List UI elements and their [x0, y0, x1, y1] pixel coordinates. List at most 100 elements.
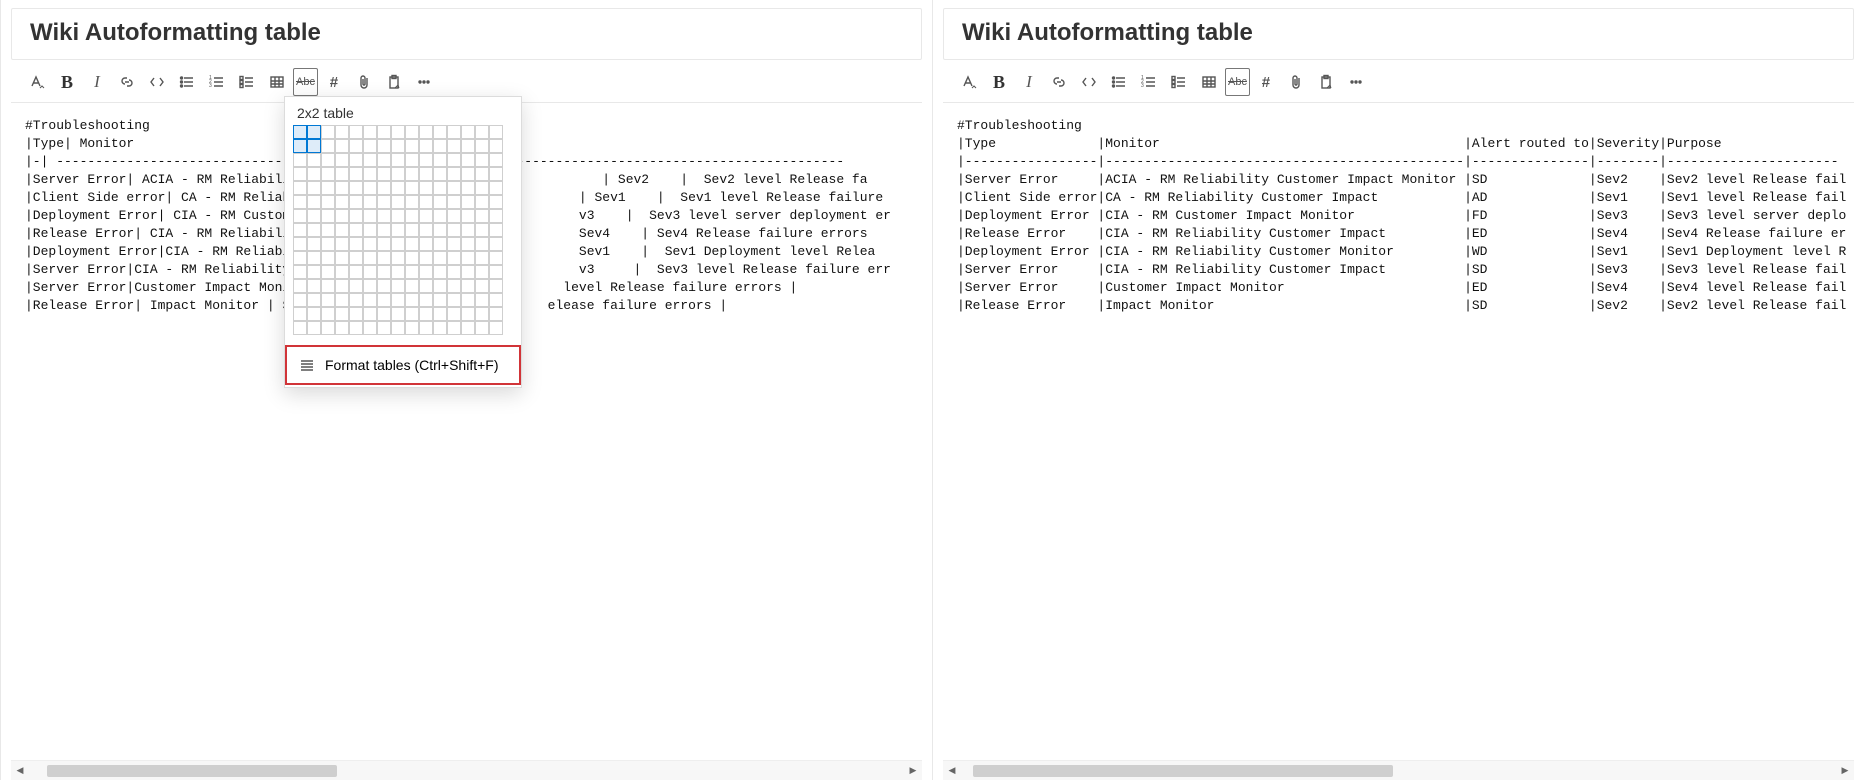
table-picker-cell[interactable] — [335, 265, 349, 279]
table-picker-cell[interactable] — [419, 265, 433, 279]
table-picker-cell[interactable] — [391, 251, 405, 265]
table-picker-cell[interactable] — [489, 251, 503, 265]
table-picker-cell[interactable] — [433, 307, 447, 321]
table-picker-cell[interactable] — [321, 321, 335, 335]
table-picker-cell[interactable] — [293, 237, 307, 251]
table-picker-cell[interactable] — [419, 237, 433, 251]
bold-button[interactable]: B — [985, 68, 1013, 96]
scroll-thumb[interactable] — [47, 765, 337, 777]
table-picker-cell[interactable] — [307, 321, 321, 335]
table-picker-cell[interactable] — [307, 139, 321, 153]
table-picker-cell[interactable] — [461, 279, 475, 293]
table-picker-cell[interactable] — [349, 181, 363, 195]
table-picker-cell[interactable] — [293, 167, 307, 181]
table-picker-cell[interactable] — [489, 167, 503, 181]
table-picker-cell[interactable] — [475, 139, 489, 153]
table-picker-cell[interactable] — [335, 223, 349, 237]
table-picker-cell[interactable] — [363, 125, 377, 139]
table-picker-cell[interactable] — [419, 209, 433, 223]
table-picker-cell[interactable] — [475, 167, 489, 181]
table-picker-cell[interactable] — [433, 125, 447, 139]
table-picker-cell[interactable] — [447, 139, 461, 153]
table-picker-cell[interactable] — [363, 265, 377, 279]
table-picker-cell[interactable] — [293, 209, 307, 223]
table-picker-cell[interactable] — [377, 279, 391, 293]
table-button[interactable] — [1195, 68, 1223, 96]
table-picker-cell[interactable] — [363, 209, 377, 223]
table-picker-cell[interactable] — [433, 223, 447, 237]
table-picker-cell[interactable] — [363, 223, 377, 237]
table-picker-cell[interactable] — [461, 139, 475, 153]
table-picker-cell[interactable] — [433, 153, 447, 167]
numbered-list-button[interactable]: 123 — [203, 68, 231, 96]
table-picker-cell[interactable] — [419, 195, 433, 209]
table-picker-cell[interactable] — [377, 321, 391, 335]
table-picker-cell[interactable] — [475, 125, 489, 139]
table-picker-cell[interactable] — [363, 153, 377, 167]
more-button[interactable] — [410, 68, 438, 96]
table-picker-cell[interactable] — [447, 153, 461, 167]
header-button[interactable]: # — [320, 68, 348, 96]
table-picker-cell[interactable] — [433, 293, 447, 307]
table-picker-cell[interactable] — [489, 181, 503, 195]
more-button[interactable] — [1342, 68, 1370, 96]
table-picker-cell[interactable] — [489, 153, 503, 167]
table-picker-cell[interactable] — [461, 293, 475, 307]
table-picker-cell[interactable] — [405, 181, 419, 195]
table-picker-cell[interactable] — [363, 167, 377, 181]
table-picker-cell[interactable] — [335, 307, 349, 321]
table-picker-cell[interactable] — [405, 223, 419, 237]
table-picker-cell[interactable] — [489, 209, 503, 223]
table-picker-cell[interactable] — [307, 125, 321, 139]
table-picker-cell[interactable] — [419, 125, 433, 139]
table-picker-cell[interactable] — [447, 293, 461, 307]
table-picker-cell[interactable] — [293, 321, 307, 335]
table-picker-cell[interactable] — [335, 139, 349, 153]
table-picker-cell[interactable] — [419, 167, 433, 181]
table-picker-cell[interactable] — [419, 153, 433, 167]
table-picker-cell[interactable] — [307, 153, 321, 167]
table-picker-cell[interactable] — [391, 307, 405, 321]
format-tables-menuitem[interactable]: Format tables (Ctrl+Shift+F) — [285, 345, 521, 385]
table-picker-cell[interactable] — [335, 251, 349, 265]
table-picker-cell[interactable] — [293, 307, 307, 321]
table-picker-cell[interactable] — [405, 237, 419, 251]
table-picker-cell[interactable] — [377, 237, 391, 251]
text-style-button[interactable] — [23, 68, 51, 96]
table-picker-cell[interactable] — [489, 223, 503, 237]
table-picker-cell[interactable] — [447, 307, 461, 321]
paste-button[interactable] — [380, 68, 408, 96]
paste-button[interactable] — [1312, 68, 1340, 96]
scroll-right-button[interactable]: ▶ — [1836, 762, 1854, 780]
table-picker-cell[interactable] — [363, 181, 377, 195]
table-picker-cell[interactable] — [321, 307, 335, 321]
table-picker-cell[interactable] — [391, 209, 405, 223]
table-picker-cell[interactable] — [433, 209, 447, 223]
table-picker-cell[interactable] — [447, 265, 461, 279]
table-picker-cell[interactable] — [377, 195, 391, 209]
table-picker-cell[interactable] — [335, 237, 349, 251]
table-picker-cell[interactable] — [307, 265, 321, 279]
checklist-button[interactable] — [233, 68, 261, 96]
table-picker-cell[interactable] — [405, 139, 419, 153]
table-picker-cell[interactable] — [405, 279, 419, 293]
table-picker-cell[interactable] — [307, 251, 321, 265]
table-picker-cell[interactable] — [377, 293, 391, 307]
table-picker-cell[interactable] — [377, 265, 391, 279]
table-picker-cell[interactable] — [475, 293, 489, 307]
table-picker-cell[interactable] — [307, 223, 321, 237]
table-picker-cell[interactable] — [391, 125, 405, 139]
table-picker-cell[interactable] — [293, 181, 307, 195]
table-picker-cell[interactable] — [335, 167, 349, 181]
table-picker-cell[interactable] — [475, 279, 489, 293]
table-picker-cell[interactable] — [377, 209, 391, 223]
table-picker-cell[interactable] — [349, 167, 363, 181]
table-picker-cell[interactable] — [447, 125, 461, 139]
attach-button[interactable] — [350, 68, 378, 96]
table-picker-cell[interactable] — [335, 125, 349, 139]
table-picker-cell[interactable] — [433, 181, 447, 195]
table-size-grid[interactable] — [285, 125, 521, 345]
numbered-list-button[interactable]: 123 — [1135, 68, 1163, 96]
table-picker-cell[interactable] — [461, 265, 475, 279]
italic-button[interactable]: I — [1015, 68, 1043, 96]
